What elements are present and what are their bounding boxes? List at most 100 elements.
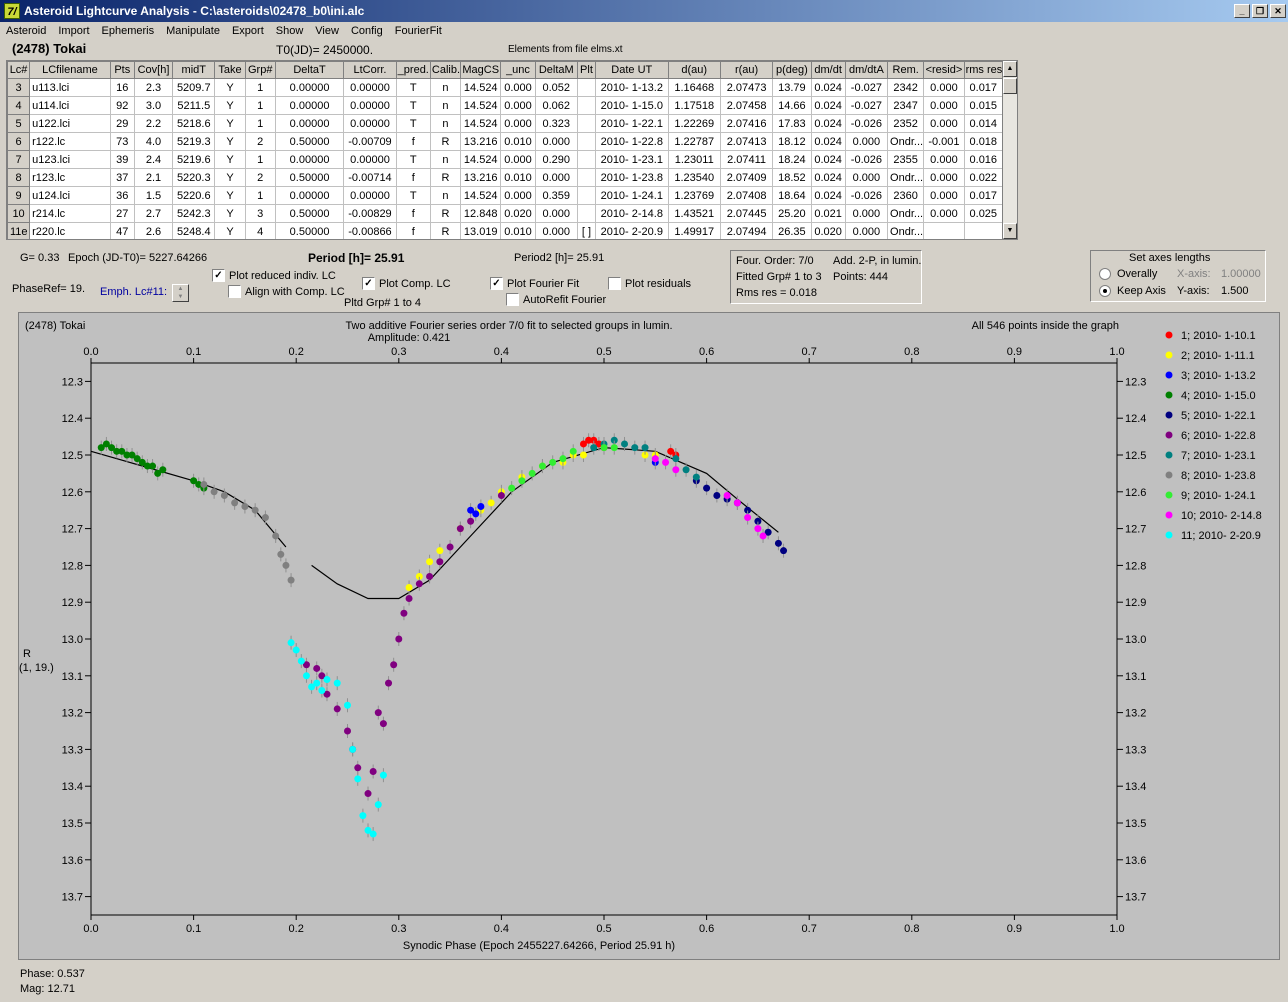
menu-ephemeris[interactable]: Ephemeris [102, 25, 155, 37]
table-cell[interactable]: 0.022 [963, 168, 1004, 187]
table-cell[interactable]: 1.5 [133, 186, 174, 205]
table-row[interactable]: 5 u122.lci 29 2.2 5218.6 Y 1 0.00000 0.00000 Tn 14… [7, 114, 1004, 133]
table-cell[interactable]: 0.062 [534, 96, 578, 115]
table-cell[interactable]: 0.000 [500, 150, 536, 169]
table-cell[interactable]: 1 [244, 186, 276, 205]
table-cell[interactable]: 0.024 [810, 114, 846, 133]
table-cell[interactable]: Y [214, 222, 246, 239]
table-cell[interactable]: u124.lci [29, 186, 111, 205]
table-cell[interactable]: 0.000 [844, 204, 889, 223]
table-cell[interactable]: 18.24 [772, 150, 812, 169]
table-cell[interactable]: 0.00000 [343, 150, 397, 169]
column-header[interactable]: LtCorr. [343, 61, 397, 79]
table-cell[interactable]: -0.027 [844, 78, 889, 97]
table-cell[interactable]: 73 [109, 132, 135, 151]
table-cell[interactable]: 47 [109, 222, 135, 239]
table-cell[interactable]: 1.23540 [667, 168, 721, 187]
table-cell[interactable]: f [395, 204, 431, 223]
table-cell[interactable]: Ondr... [887, 168, 925, 187]
table-cell[interactable]: -0.00829 [343, 204, 397, 223]
table-cell[interactable]: 2.4 [133, 150, 174, 169]
table-cell[interactable]: Ondr... [887, 222, 925, 239]
column-header[interactable]: Plt [576, 61, 597, 79]
lightcurve-table[interactable]: Lc# LCfilename Pts Cov[h] midT Take Grp# DeltaT… [6, 60, 1008, 240]
table-cell[interactable]: 0.00000 [274, 78, 345, 97]
table-cell[interactable]: 1 [244, 78, 276, 97]
column-header[interactable]: Rem. [887, 61, 925, 79]
table-cell[interactable]: 0.00000 [343, 114, 397, 133]
table-cell[interactable]: 0.00000 [343, 96, 397, 115]
table-cell[interactable]: 1.17518 [667, 96, 721, 115]
table-cell[interactable]: 4 [7, 96, 31, 115]
table-cell[interactable]: 14.524 [460, 78, 502, 97]
table-cell[interactable]: 1 [244, 150, 276, 169]
table-cell[interactable]: 0.000 [844, 168, 889, 187]
table-cell[interactable]: Ondr... [887, 132, 925, 151]
table-cell[interactable]: -0.026 [844, 186, 889, 205]
table-cell[interactable]: 2 [244, 132, 276, 151]
table-cell[interactable]: 0.018 [963, 132, 1004, 151]
table-cell[interactable]: 25.20 [772, 204, 812, 223]
table-cell[interactable]: 2.07408 [719, 186, 774, 205]
table-cell[interactable]: n [429, 150, 462, 169]
table-cell[interactable]: Y [214, 114, 246, 133]
table-row[interactable]: 7 u123.lci 39 2.4 5219.6 Y 1 0.00000 0.00000 Tn 14… [7, 150, 1004, 169]
table-cell[interactable]: 0.000 [923, 78, 965, 97]
table-cell[interactable]: 4 [244, 222, 276, 239]
table-cell[interactable]: 2010- 2-20.9 [595, 222, 669, 239]
table-cell[interactable]: 1.22787 [667, 132, 721, 151]
table-cell[interactable]: 5242.3 [172, 204, 216, 223]
table-cell[interactable]: 0.000 [534, 132, 578, 151]
table-row[interactable]: 4 u114.lci 92 3.0 5211.5 Y 1 0.00000 0.00000 Tn 14… [7, 96, 1004, 115]
plot-reduced-checkbox[interactable]: ✓ Plot reduced indiv. LC [212, 269, 336, 282]
table-cell[interactable]: 8 [7, 168, 31, 187]
table-cell[interactable]: [ ] [576, 222, 597, 239]
phaseref-value[interactable]: PhaseRef= 19. [12, 283, 85, 295]
overally-radio[interactable]: Overally [1099, 268, 1157, 280]
table-cell[interactable]: 12.848 [460, 204, 502, 223]
table-cell[interactable]: T [395, 150, 431, 169]
table-cell[interactable]: 0.00000 [274, 186, 345, 205]
table-cell[interactable]: 14.524 [460, 186, 502, 205]
table-cell[interactable]: 5219.3 [172, 132, 216, 151]
table-cell[interactable]: 2352 [887, 114, 925, 133]
table-cell[interactable]: -0.00709 [343, 132, 397, 151]
table-cell[interactable] [576, 96, 597, 115]
table-cell[interactable]: 0.024 [810, 150, 846, 169]
table-cell[interactable]: 2.07409 [719, 168, 774, 187]
table-cell[interactable]: 0.50000 [274, 132, 345, 151]
table-cell[interactable]: 2.2 [133, 114, 174, 133]
table-cell[interactable]: 0.021 [810, 204, 846, 223]
table-cell[interactable]: n [429, 96, 462, 115]
table-cell[interactable]: 5218.6 [172, 114, 216, 133]
table-cell[interactable]: 17.83 [772, 114, 812, 133]
table-cell[interactable]: 5211.5 [172, 96, 216, 115]
column-header[interactable]: <resid> [923, 61, 965, 79]
table-cell[interactable]: 5219.6 [172, 150, 216, 169]
table-cell[interactable]: 0.00000 [343, 78, 397, 97]
table-cell[interactable]: 0.000 [923, 204, 965, 223]
table-cell[interactable]: 2010- 1-23.1 [595, 150, 669, 169]
table-cell[interactable]: 2342 [887, 78, 925, 97]
plot-fourier-checkbox[interactable]: ✓ Plot Fourier Fit [490, 277, 579, 290]
table-cell[interactable]: 1.23769 [667, 186, 721, 205]
column-header[interactable]: _pred. [395, 61, 431, 79]
table-cell[interactable]: 1.23011 [667, 150, 721, 169]
table-row[interactable]: 10 r214.lc 27 2.7 5242.3 Y 3 0.50000 -0.00829 f R 1… [7, 204, 1004, 223]
autorefit-checkbox[interactable]: AutoRefit Fourier [506, 293, 606, 306]
table-cell[interactable]: 2010- 1-15.0 [595, 96, 669, 115]
table-cell[interactable]: Y [214, 150, 246, 169]
menu-fourierfit[interactable]: FourierFit [395, 25, 442, 37]
table-cell[interactable]: 1 [244, 114, 276, 133]
table-cell[interactable]: T [395, 186, 431, 205]
table-cell[interactable]: 2.6 [133, 222, 174, 239]
table-cell[interactable]: 36 [109, 186, 135, 205]
align-comp-checkbox[interactable]: Align with Comp. LC [228, 285, 345, 298]
minimize-button[interactable]: _ [1234, 4, 1250, 18]
table-cell[interactable]: 13.79 [772, 78, 812, 97]
column-header[interactable]: Date UT [595, 61, 669, 79]
table-cell[interactable]: 18.52 [772, 168, 812, 187]
column-header[interactable]: Lc# [7, 61, 31, 79]
table-cell[interactable]: 18.12 [772, 132, 812, 151]
column-header[interactable]: r(au) [719, 61, 774, 79]
